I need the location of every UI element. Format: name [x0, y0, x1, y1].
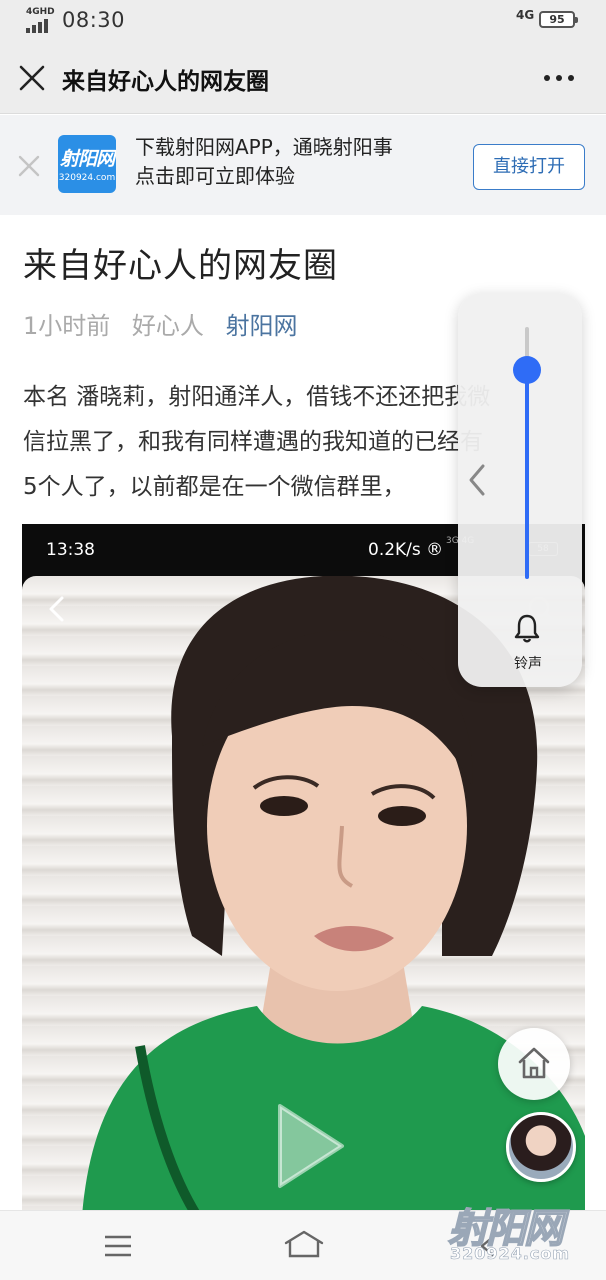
- play-icon[interactable]: [262, 1096, 352, 1196]
- signal-icon: 4GHD: [26, 7, 55, 33]
- user-avatar[interactable]: [506, 1112, 576, 1182]
- banner-close-icon[interactable]: [14, 151, 44, 181]
- volume-panel: 铃声: [458, 293, 582, 687]
- banner-line-2: 点击即可立即体验: [135, 164, 295, 188]
- network-indicator: 4G: [516, 8, 535, 22]
- banner-text: 下载射阳网APP，通晓射阳事 点击即可立即体验: [135, 133, 455, 191]
- close-icon[interactable]: [14, 60, 50, 96]
- volume-track-fill[interactable]: [525, 370, 529, 579]
- watermark-sub: 320924.com: [450, 1244, 571, 1264]
- status-time: 08:30: [62, 8, 126, 32]
- bell-icon[interactable]: [514, 613, 540, 643]
- home-icon: [518, 1047, 550, 1079]
- video-status-time: 13:38: [46, 540, 95, 560]
- article-meta: 1小时前 好心人 射阳网: [23, 306, 312, 341]
- post-time: 1小时前: [23, 312, 111, 340]
- source-link[interactable]: 射阳网: [226, 312, 298, 340]
- home-nav-icon[interactable]: [284, 1229, 324, 1259]
- video-network-speed: 0.2K/s ®: [368, 540, 444, 560]
- more-options-icon[interactable]: [544, 70, 584, 86]
- network-tag: 4GHD: [26, 7, 55, 17]
- home-float-button[interactable]: [498, 1028, 570, 1100]
- ringtone-label: 铃声: [514, 656, 542, 672]
- open-app-button[interactable]: 直接打开: [473, 144, 585, 190]
- volume-slider-knob[interactable]: [513, 356, 541, 384]
- battery-icon: 95: [539, 11, 578, 28]
- nav-bar: 来自好心人的网友圈: [0, 42, 606, 114]
- banner-line-1: 下载射阳网APP，通晓射阳事: [135, 135, 393, 159]
- app-download-banner: 射阳网 320924.com 下载射阳网APP，通晓射阳事 点击即可立即体验 直…: [0, 115, 606, 215]
- watermark: 射阳网 320924.com: [447, 1196, 598, 1276]
- video-back-icon[interactable]: [42, 594, 72, 624]
- status-bar: 4GHD 08:30 4G 95: [0, 0, 606, 42]
- menu-icon[interactable]: [103, 1233, 133, 1259]
- logo-main-text: 射阳网: [59, 148, 115, 170]
- volume-collapse-icon[interactable]: [466, 463, 488, 497]
- logo-sub-text: 320924.com: [58, 173, 116, 183]
- article-title: 来自好心人的网友圈: [23, 246, 338, 286]
- app-logo: 射阳网 320924.com: [58, 135, 116, 193]
- author-name[interactable]: 好心人: [132, 312, 204, 340]
- nav-title: 来自好心人的网友圈: [62, 69, 269, 95]
